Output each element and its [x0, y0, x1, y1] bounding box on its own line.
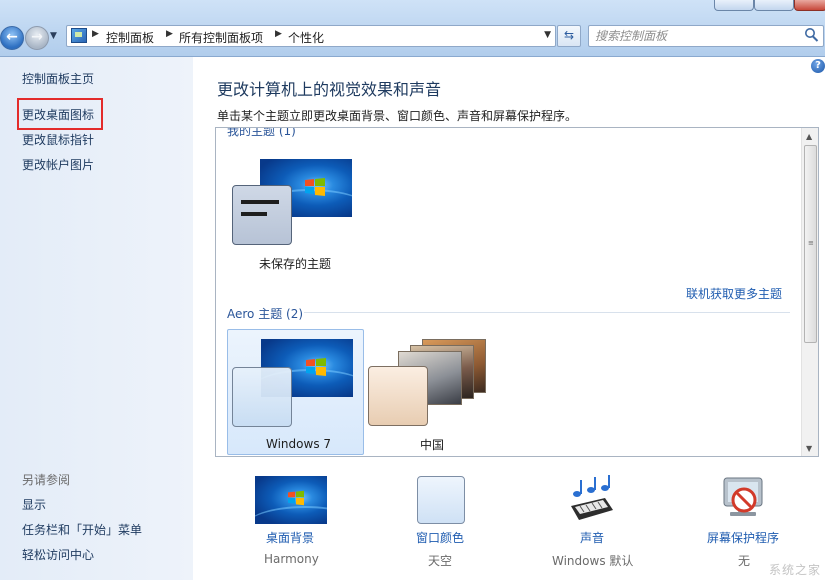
breadcrumb-separator-icon[interactable]: ▶	[166, 29, 173, 39]
scroll-thumb[interactable]: ≡	[804, 145, 817, 343]
get-more-themes-online-link[interactable]: 联机获取更多主题	[686, 285, 782, 302]
see-also-display-link[interactable]: 显示	[22, 496, 46, 513]
bottom-item-value: Harmony	[264, 552, 319, 566]
change-account-picture-link[interactable]: 更改帐户图片	[22, 156, 94, 173]
group-header-my-themes: 我的主题 (1)	[227, 127, 296, 138]
sound-notes-icon	[571, 475, 613, 520]
theme-list-scrollbar[interactable]: ▲ ≡ ▼	[801, 128, 818, 456]
page-subtitle: 单击某个主题立即更改桌面背景、窗口颜色、声音和屏幕保护程序。	[217, 109, 578, 123]
windows-logo-icon	[305, 178, 325, 196]
search-icon[interactable]	[804, 27, 819, 43]
see-also-taskbar-link[interactable]: 任务栏和「开始」菜单	[22, 521, 142, 538]
control-panel-icon	[71, 28, 87, 43]
scroll-down-arrow-icon[interactable]: ▼	[806, 444, 812, 453]
arrow-right-icon: →	[31, 29, 43, 45]
theme-label: 未保存的主题	[259, 257, 332, 271]
theme-label: Windows 7	[266, 437, 332, 451]
window-color-icon	[417, 476, 465, 524]
bottom-item-label: 窗口颜色	[416, 531, 465, 545]
theme-tile-unsaved[interactable]: 未保存的主题	[228, 156, 358, 271]
bottom-item-value: Windows 默认	[552, 554, 634, 568]
bottom-item-label: 屏幕保护程序	[707, 531, 780, 545]
windows-logo-icon	[288, 490, 304, 506]
help-button[interactable]: ?	[811, 59, 825, 73]
search-input[interactable]	[595, 28, 795, 43]
group-header-aero: Aero 主题 (2)	[227, 307, 304, 321]
minimize-button[interactable]	[714, 0, 754, 11]
theme-tile-china[interactable]: 中国	[366, 329, 501, 453]
recent-pages-dropdown-icon[interactable]: ▼	[50, 31, 57, 41]
theme-list: 我的主题 (1) 未保存的主题 联机获取更多主题 Aero 主题 (2) Win…	[215, 127, 819, 457]
sound-button[interactable]: 声音 Windows 默认	[545, 470, 645, 578]
change-mouse-pointers-link[interactable]: 更改鼠标指针	[22, 131, 94, 148]
arrow-left-icon: ←	[6, 29, 18, 45]
breadcrumb-control-panel[interactable]: 控制面板	[106, 29, 154, 46]
page-title: 更改计算机上的视觉效果和声音	[217, 80, 442, 99]
close-button[interactable]	[794, 0, 825, 11]
bottom-item-value: 无	[738, 554, 751, 568]
breadcrumb-separator-icon[interactable]: ▶	[275, 29, 282, 39]
see-also-heading: 另请参阅	[22, 473, 71, 487]
theme-window-color-preview	[232, 367, 292, 427]
bottom-item-label: 声音	[580, 531, 605, 545]
breadcrumb-personalization[interactable]: 个性化	[288, 29, 324, 46]
scroll-up-arrow-icon[interactable]: ▲	[806, 132, 812, 141]
windows-logo-icon	[306, 358, 326, 376]
bottom-item-label: 桌面背景	[266, 531, 315, 545]
refresh-button[interactable]: ⇆	[557, 25, 581, 47]
scroll-grip-icon: ≡	[808, 239, 814, 247]
back-button[interactable]: ←	[0, 26, 24, 50]
group-divider	[304, 312, 790, 313]
change-desktop-icons-link[interactable]: 更改桌面图标	[22, 106, 94, 123]
desktop-background-button[interactable]: 桌面背景 Harmony	[240, 470, 340, 578]
theme-label: 中国	[420, 438, 445, 452]
maximize-button[interactable]	[754, 0, 794, 11]
breadcrumb-all-items[interactable]: 所有控制面板项	[179, 29, 263, 46]
breadcrumb-separator-icon[interactable]: ▶	[92, 29, 99, 39]
help-icon: ?	[815, 60, 821, 71]
theme-tile-windows7[interactable]: Windows 7	[227, 329, 364, 455]
address-bar[interactable]: ▶ 控制面板 ▶ 所有控制面板项 ▶ 个性化 ▼	[66, 25, 556, 47]
theme-window-color-preview	[368, 366, 428, 426]
search-box[interactable]	[588, 25, 824, 47]
see-also-ease-of-access-link[interactable]: 轻松访问中心	[22, 546, 94, 563]
window-titlebar: ← → ▼ ▶ 控制面板 ▶ 所有控制面板项 ▶ 个性化 ▼ ⇆	[0, 0, 825, 57]
refresh-icon: ⇆	[563, 28, 575, 42]
forward-button[interactable]: →	[25, 26, 49, 50]
bottom-item-value: 天空	[428, 554, 453, 568]
desktop-background-icon	[255, 476, 327, 524]
control-panel-home-link[interactable]: 控制面板主页	[22, 70, 94, 87]
window-color-button[interactable]: 窗口颜色 天空	[395, 470, 495, 578]
theme-window-color-preview	[232, 185, 292, 245]
address-dropdown-icon[interactable]: ▼	[544, 30, 551, 40]
watermark: 系统之家	[768, 563, 821, 577]
screensaver-icon	[723, 477, 763, 516]
